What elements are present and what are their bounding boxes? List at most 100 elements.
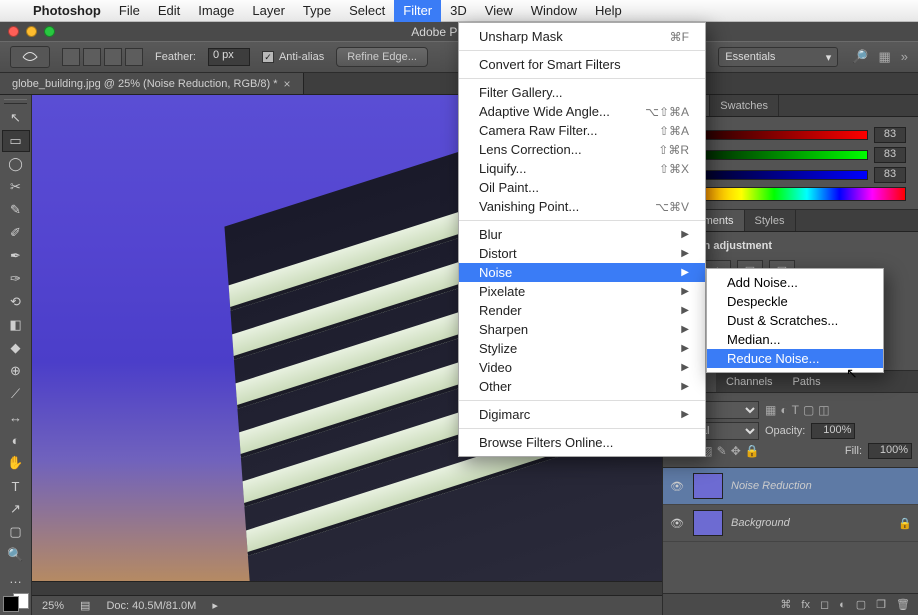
submenu-item-dust-scratches-[interactable]: Dust & Scratches... <box>707 311 883 330</box>
menu-edit[interactable]: Edit <box>149 0 189 22</box>
filter-type-icon[interactable]: T <box>792 403 799 417</box>
menu-item-unsharp-mask[interactable]: Unsharp Mask⌘F <box>459 27 705 46</box>
selection-subtract[interactable] <box>104 48 122 66</box>
tool-11[interactable]: ⊕ <box>2 360 30 382</box>
selection-new[interactable] <box>62 48 80 66</box>
tool-7[interactable]: ✑ <box>2 268 30 290</box>
menu-filter[interactable]: Filter <box>394 0 441 22</box>
tool-2[interactable]: ◯ <box>2 153 30 175</box>
opacity-value[interactable]: 100% <box>811 423 855 439</box>
zoom-level[interactable]: 25% <box>42 600 64 612</box>
lock-position-icon[interactable]: ✥ <box>731 444 741 458</box>
tool-20[interactable]: … <box>2 567 30 589</box>
menu-item-camera-raw-filter-[interactable]: Camera Raw Filter...⇧⌘A <box>459 121 705 140</box>
menu-view[interactable]: View <box>476 0 522 22</box>
tool-16[interactable]: T <box>2 475 30 497</box>
menu-item-oil-paint-[interactable]: Oil Paint... <box>459 178 705 197</box>
layer-thumbnail[interactable] <box>693 510 723 536</box>
tool-4[interactable]: ✎ <box>2 199 30 221</box>
tool-6[interactable]: ✒ <box>2 245 30 267</box>
submenu-item-reduce-noise-[interactable]: Reduce Noise... <box>707 349 883 368</box>
tool-17[interactable]: ↗ <box>2 498 30 520</box>
green-value[interactable]: 83 <box>874 147 906 163</box>
menu-item-lens-correction-[interactable]: Lens Correction...⇧⌘R <box>459 140 705 159</box>
filter-adjust-icon[interactable]: ◐ <box>780 403 787 417</box>
lock-all-icon[interactable]: 🔒 <box>745 444 760 458</box>
workspace-switcher[interactable]: Essentials▾ <box>718 47 838 67</box>
tool-18[interactable]: ▢ <box>2 521 30 543</box>
screen-mode-icon[interactable]: 🔎 <box>852 49 868 65</box>
foreground-color[interactable] <box>3 596 19 612</box>
menu-item-other[interactable]: Other▶ <box>459 377 705 396</box>
tool-8[interactable]: ⟲ <box>2 291 30 313</box>
menu-item-vanishing-point-[interactable]: Vanishing Point...⌥⌘V <box>459 197 705 216</box>
submenu-item-despeckle[interactable]: Despeckle <box>707 292 883 311</box>
layer-thumbnail[interactable] <box>693 473 723 499</box>
menu-file[interactable]: File <box>110 0 149 22</box>
menu-item-stylize[interactable]: Stylize▶ <box>459 339 705 358</box>
tool-1[interactable]: ▭ <box>2 130 30 152</box>
menu-type[interactable]: Type <box>294 0 340 22</box>
menu-help[interactable]: Help <box>586 0 631 22</box>
tool-3[interactable]: ✂ <box>2 176 30 198</box>
close-icon[interactable]: × <box>284 77 291 91</box>
minimize-window-button[interactable] <box>26 26 37 37</box>
menu-item-distort[interactable]: Distort▶ <box>459 244 705 263</box>
tool-5[interactable]: ✐ <box>2 222 30 244</box>
feather-input[interactable]: 0 px <box>208 48 250 66</box>
document-tab[interactable]: globe_building.jpg @ 25% (Noise Reductio… <box>0 73 304 94</box>
filter-smart-icon[interactable]: ◫ <box>818 403 829 417</box>
zoom-window-button[interactable] <box>44 26 55 37</box>
menu-item-browse-filters-online-[interactable]: Browse Filters Online... <box>459 433 705 452</box>
doc-size-icon[interactable]: ▤ <box>80 599 90 612</box>
color-spectrum[interactable] <box>675 187 906 201</box>
tab-paths[interactable]: Paths <box>783 371 831 392</box>
tool-9[interactable]: ◧ <box>2 314 30 336</box>
layer-row[interactable]: 👁Noise Reduction <box>663 468 918 505</box>
menu-item-convert-for-smart-filters[interactable]: Convert for Smart Filters <box>459 55 705 74</box>
new-fill-icon[interactable]: ◐ <box>839 599 846 611</box>
tool-13[interactable]: ↔ <box>2 406 30 428</box>
menu-item-digimarc[interactable]: Digimarc▶ <box>459 405 705 424</box>
menu-item-render[interactable]: Render▶ <box>459 301 705 320</box>
tool-14[interactable]: ◐ <box>2 429 30 451</box>
double-arrow-icon[interactable]: » <box>901 49 908 65</box>
menu-item-filter-gallery-[interactable]: Filter Gallery... <box>459 83 705 102</box>
visibility-icon[interactable]: 👁 <box>669 517 685 530</box>
tab-swatches[interactable]: Swatches <box>710 95 779 116</box>
selection-intersect[interactable] <box>125 48 143 66</box>
menu-window[interactable]: Window <box>522 0 586 22</box>
lock-pixels-icon[interactable]: ✎ <box>717 444 727 458</box>
filter-shape-icon[interactable]: ▢ <box>803 403 814 417</box>
filter-pixel-icon[interactable]: ▦ <box>765 403 776 417</box>
arrange-docs-icon[interactable]: ▦ <box>878 49 890 65</box>
menu-3d[interactable]: 3D <box>441 0 476 22</box>
menu-layer[interactable]: Layer <box>243 0 294 22</box>
new-layer-icon[interactable]: ❐ <box>876 598 886 611</box>
color-swatches[interactable] <box>3 596 29 609</box>
tab-styles[interactable]: Styles <box>745 210 796 231</box>
menu-app[interactable]: Photoshop <box>24 0 110 22</box>
link-layers-icon[interactable]: ⌘ <box>780 598 791 611</box>
chevron-right-icon[interactable]: ▸ <box>212 599 218 612</box>
refine-edge-button[interactable]: Refine Edge... <box>336 47 428 67</box>
layer-fx-icon[interactable]: fx <box>801 599 810 611</box>
menu-item-liquify-[interactable]: Liquify...⇧⌘X <box>459 159 705 178</box>
red-value[interactable]: 83 <box>874 127 906 143</box>
new-group-icon[interactable]: ▢ <box>856 598 866 611</box>
tool-19[interactable]: 🔍 <box>2 544 30 566</box>
tool-preset-picker[interactable] <box>10 46 50 68</box>
tool-15[interactable]: ✋ <box>2 452 30 474</box>
menu-item-blur[interactable]: Blur▶ <box>459 225 705 244</box>
submenu-item-median-[interactable]: Median... <box>707 330 883 349</box>
delete-layer-icon[interactable]: 🗑 <box>896 598 910 611</box>
menu-item-video[interactable]: Video▶ <box>459 358 705 377</box>
layer-mask-icon[interactable]: ◻ <box>820 598 829 611</box>
submenu-item-add-noise-[interactable]: Add Noise... <box>707 273 883 292</box>
tool-12[interactable]: ⟋ <box>2 383 30 405</box>
menu-item-noise[interactable]: Noise▶ <box>459 263 705 282</box>
close-window-button[interactable] <box>8 26 19 37</box>
selection-add[interactable] <box>83 48 101 66</box>
tool-10[interactable]: ◆ <box>2 337 30 359</box>
visibility-icon[interactable]: 👁 <box>669 480 685 493</box>
